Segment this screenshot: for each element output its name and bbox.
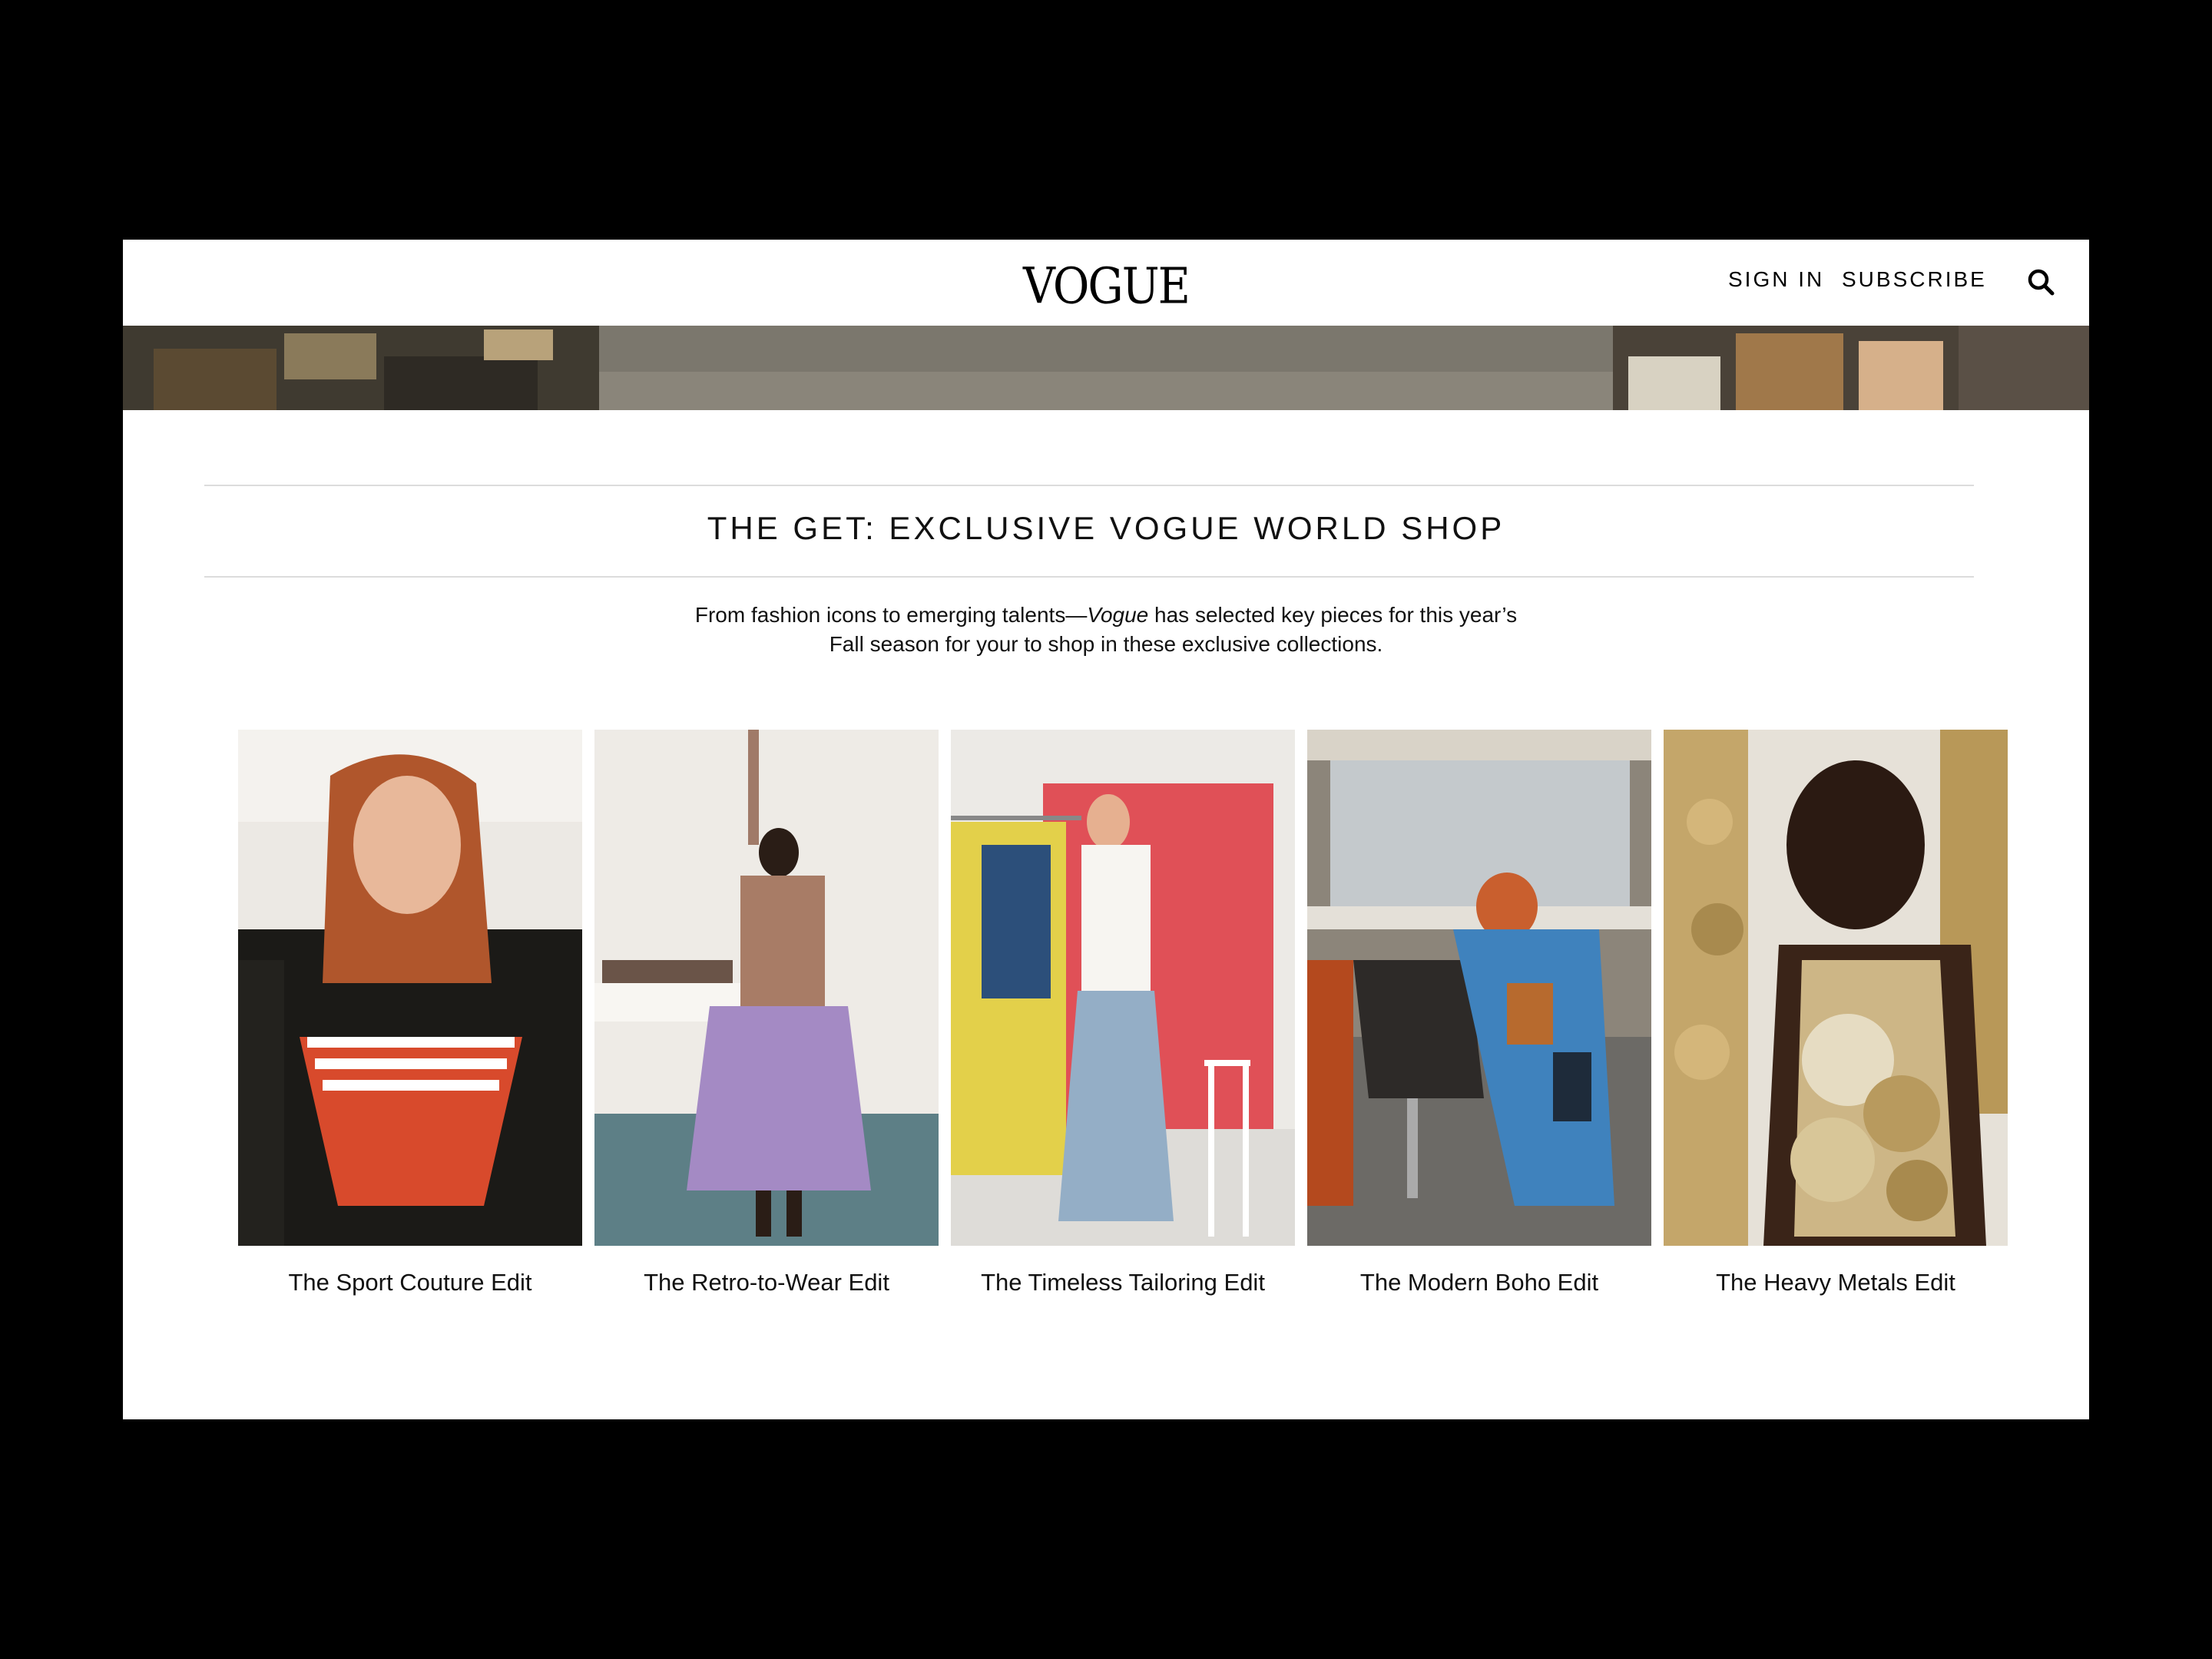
divider-bottom [204,576,1974,578]
card-modern-boho[interactable]: The Modern Boho Edit [1307,730,1651,1296]
card-caption[interactable]: The Retro-to-Wear Edit [594,1269,939,1296]
card-timeless-tailoring[interactable]: The Timeless Tailoring Edit [951,730,1295,1296]
intro-text-line2: Fall season for your to shop in these ex… [829,632,1383,656]
search-button[interactable] [2025,266,2058,300]
card-image[interactable] [238,730,582,1246]
card-image[interactable] [594,730,939,1246]
intro-vogue: Vogue [1087,603,1149,627]
card-image[interactable] [1664,730,2008,1246]
card-caption[interactable]: The Timeless Tailoring Edit [951,1269,1295,1296]
divider-top [204,485,1974,486]
card-sport-couture[interactable]: The Sport Couture Edit [238,730,582,1296]
search-icon [2028,269,2055,296]
sign-in-link[interactable]: SIGN IN [1728,267,1824,292]
card-caption[interactable]: The Modern Boho Edit [1307,1269,1651,1296]
subscribe-link[interactable]: SUBSCRIBE [1842,267,1987,292]
hero-image [123,326,2089,410]
intro-text: From fashion icons to emerging talents—V… [599,601,1613,659]
section-title: THE GET: EXCLUSIVE VOGUE WORLD SHOP [707,510,1505,546]
page-frame: VOGUE SIGN IN SUBSCRIBE THE GET: EXCLUSI… [123,240,2089,1419]
card-heavy-metals[interactable]: The Heavy Metals Edit [1664,730,2008,1296]
card-retro-to-wear[interactable]: The Retro-to-Wear Edit [594,730,939,1296]
card-caption[interactable]: The Sport Couture Edit [238,1269,582,1296]
card-image[interactable] [1307,730,1651,1246]
site-header: VOGUE SIGN IN SUBSCRIBE [123,240,2089,326]
intro-text-start: From fashion icons to emerging talents— [694,603,1088,627]
intro-text-end: has selected key pieces for this year’s [1148,603,1518,627]
card-caption[interactable]: The Heavy Metals Edit [1664,1269,2008,1296]
card-image[interactable] [951,730,1295,1246]
